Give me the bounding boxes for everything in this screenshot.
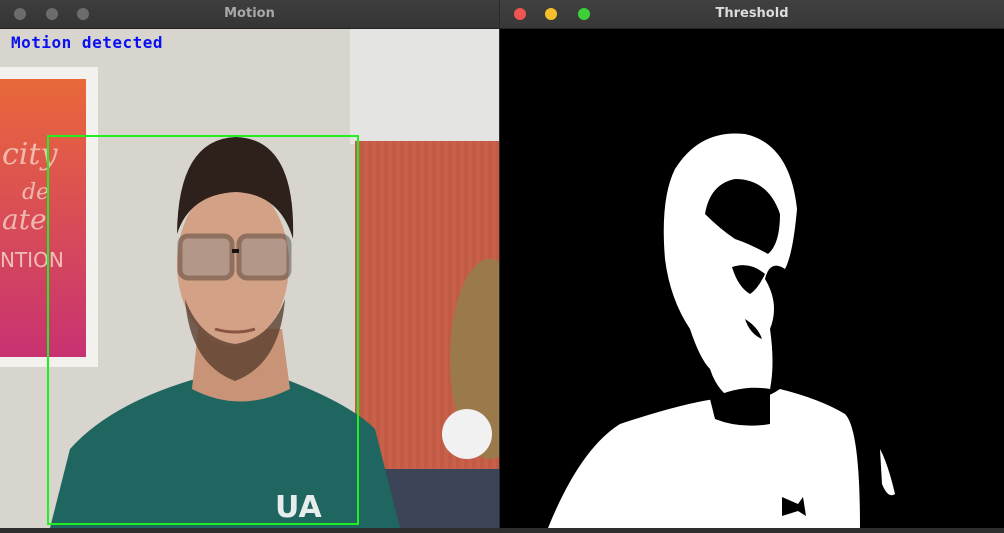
motion-window: Motion city de ate NTION UA Motion detec… xyxy=(0,0,499,533)
threshold-window: Threshold xyxy=(500,0,1004,533)
threshold-frame xyxy=(500,29,1004,528)
window-title: Threshold xyxy=(715,6,789,21)
window-bottom-edge xyxy=(500,528,1004,533)
threshold-titlebar[interactable]: Threshold xyxy=(500,0,1004,29)
window-bottom-edge xyxy=(0,528,499,533)
svg-text:de: de xyxy=(22,180,49,205)
motion-bounding-box xyxy=(47,135,359,525)
svg-text:ate: ate xyxy=(2,203,47,236)
motion-status-text: Motion detected xyxy=(11,33,163,52)
threshold-image xyxy=(548,133,895,528)
camera-frame: city de ate NTION UA Motion detected xyxy=(0,29,499,528)
window-title: Motion xyxy=(224,6,275,21)
motion-titlebar[interactable]: Motion xyxy=(0,0,499,29)
